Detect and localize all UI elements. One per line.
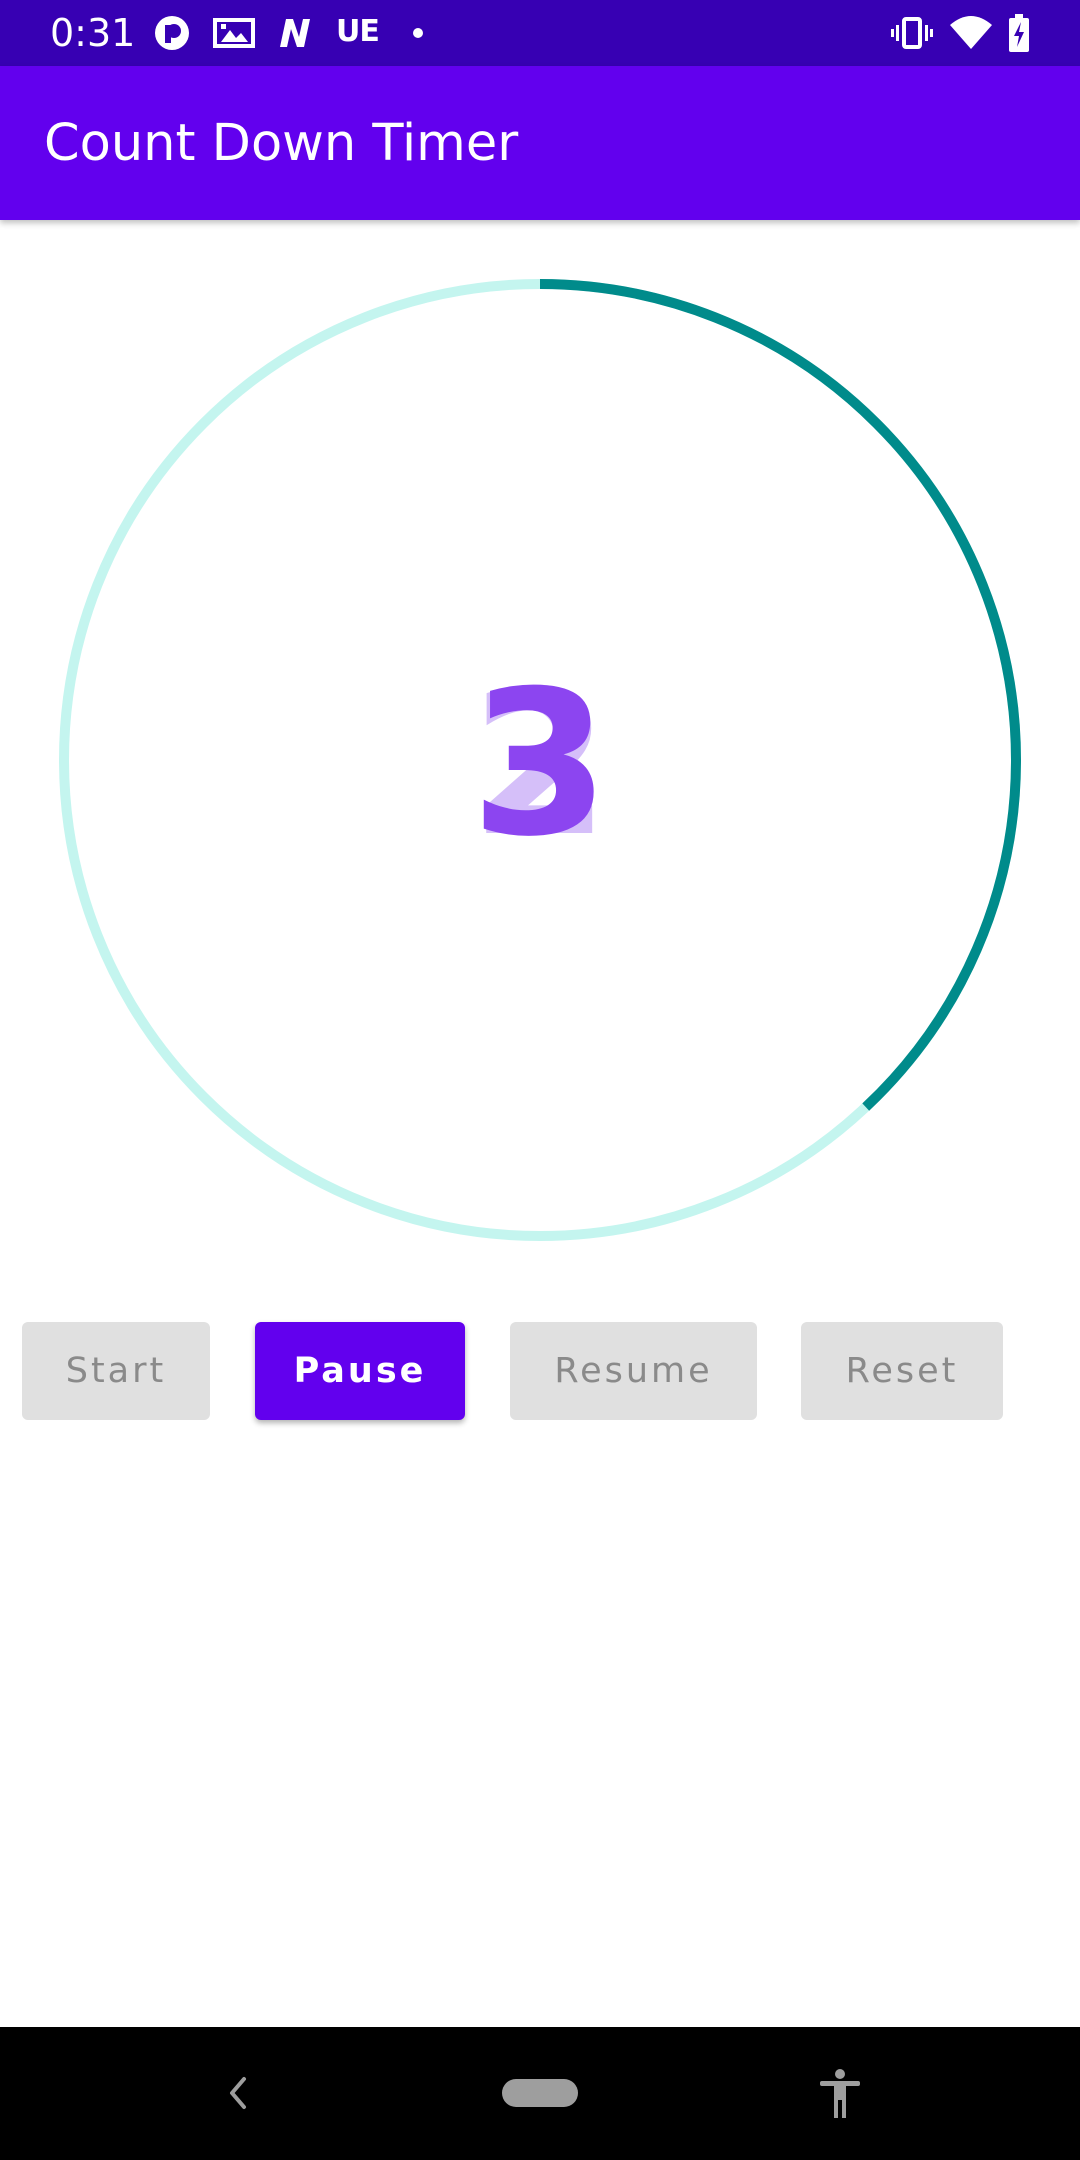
gallery-icon (213, 18, 255, 48)
app-bar: Count Down Timer (0, 66, 1080, 220)
accessibility-icon[interactable] (816, 2067, 864, 2119)
navigation-bar (0, 2027, 1080, 2160)
n-app-icon (280, 19, 310, 47)
dot-icon (413, 28, 423, 38)
back-icon[interactable] (222, 2071, 252, 2115)
vibrate-icon (891, 17, 933, 49)
app-title: Count Down Timer (44, 114, 519, 173)
carrier-text: UE (336, 14, 380, 49)
home-pill-icon[interactable] (501, 2078, 579, 2108)
wifi-icon (950, 16, 992, 49)
status-bar: 0:31 UE (0, 0, 1080, 66)
at-sign-notification-icon (155, 16, 189, 50)
battery-charging-icon (1009, 14, 1029, 52)
status-time: 0:31 (50, 11, 136, 55)
countdown-current-digit: 3 (470, 648, 610, 881)
resume-button[interactable]: Resume (510, 1322, 757, 1420)
reset-button[interactable]: Reset (801, 1322, 1003, 1420)
pause-button[interactable]: Pause (255, 1322, 465, 1420)
start-button[interactable]: Start (22, 1322, 210, 1420)
